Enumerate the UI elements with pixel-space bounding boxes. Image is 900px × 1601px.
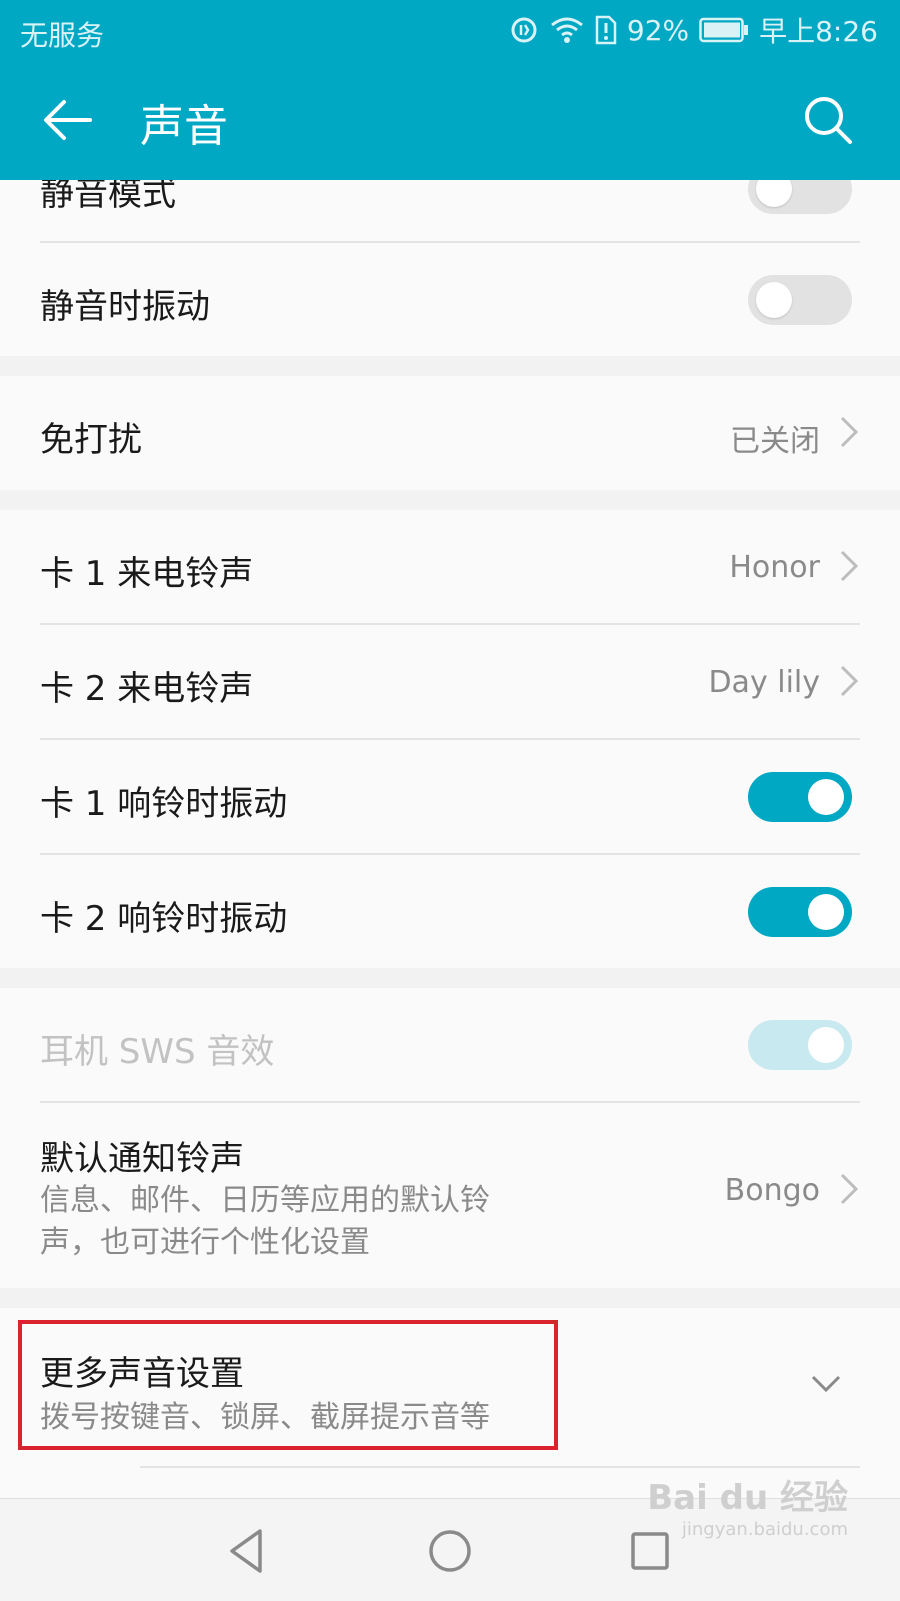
default-notification-subtitle-2: 声，也可进行个性化设置	[40, 1225, 370, 1260]
vibrate-silent-label: 静音时振动	[40, 287, 210, 327]
settings-list: 静音模式 静音时振动 免打扰 已关闭 卡 1 来电铃声 Honor 卡 2 来电…	[0, 180, 900, 1498]
audio-group: 耳机 SWS 音效 默认通知铃声 信息、邮件、日历等应用的默认铃 声，也可进行个…	[0, 988, 900, 1288]
silent-mode-row[interactable]: 静音模式	[0, 180, 900, 242]
sim2-vibrate-toggle[interactable]	[748, 887, 852, 937]
battery-icon	[699, 17, 749, 43]
sim1-ringtone-row[interactable]: 卡 1 来电铃声 Honor	[0, 510, 900, 623]
default-notification-value: Bongo	[724, 1173, 820, 1208]
default-notification-label: 默认通知铃声	[40, 1139, 244, 1179]
baidu-watermark: Bai du 经验 jingyan.baidu.com	[647, 1470, 848, 1540]
sim1-vibrate-toggle[interactable]	[748, 772, 852, 822]
dnd-value: 已关闭	[730, 424, 820, 459]
chevron-right-icon	[840, 665, 859, 697]
wifi-icon	[550, 17, 583, 43]
chevron-right-icon	[840, 1173, 859, 1205]
sim2-ringtone-value: Day lily	[708, 665, 820, 700]
chevron-right-icon	[840, 416, 859, 448]
headset-sws-label: 耳机 SWS 音效	[40, 1032, 275, 1072]
silent-group: 静音模式 静音时振动	[0, 180, 900, 356]
vibrate-silent-row[interactable]: 静音时振动	[0, 243, 900, 356]
default-notification-row[interactable]: 默认通知铃声 信息、邮件、日历等应用的默认铃 声，也可进行个性化设置 Bongo	[0, 1103, 900, 1288]
more-sound-subtitle: 拨号按键音、锁屏、截屏提示音等	[40, 1400, 490, 1435]
arrow-left-icon[interactable]	[40, 92, 96, 148]
sim1-ringtone-label: 卡 1 来电铃声	[40, 554, 254, 594]
headset-sws-row[interactable]: 耳机 SWS 音效	[0, 988, 900, 1101]
status-bar: 无服务 92% 早上8:26	[0, 0, 900, 64]
data-saver-icon	[511, 17, 537, 43]
page-title: 声音	[140, 101, 228, 152]
sim2-vibrate-label: 卡 2 响铃时振动	[40, 899, 288, 939]
sim2-vibrate-row[interactable]: 卡 2 响铃时振动	[0, 855, 900, 968]
more-sound-label: 更多声音设置	[40, 1354, 244, 1394]
carrier-label: 无服务	[20, 19, 105, 52]
clock: 早上8:26	[759, 15, 878, 48]
watermark-sub: jingyan.baidu.com	[681, 1519, 848, 1540]
sim2-ringtone-row[interactable]: 卡 2 来电铃声 Day lily	[0, 625, 900, 738]
dnd-row[interactable]: 免打扰 已关闭	[0, 376, 900, 490]
divider	[140, 1466, 860, 1468]
dnd-label: 免打扰	[40, 420, 142, 460]
chevron-down-icon[interactable]	[810, 1374, 842, 1394]
headset-sws-toggle[interactable]	[748, 1020, 852, 1070]
sim1-ringtone-value: Honor	[729, 550, 820, 585]
nav-home-circle-icon[interactable]	[420, 1521, 480, 1581]
watermark-text: Bai du 经验	[647, 1478, 848, 1518]
status-icons: 92% 早上8:26	[509, 10, 878, 50]
more-sound-settings-row[interactable]: 更多声音设置 拨号按键音、锁屏、截屏提示音等	[0, 1308, 900, 1478]
ringtone-group: 卡 1 来电铃声 Honor 卡 2 来电铃声 Day lily 卡 1 响铃时…	[0, 510, 900, 968]
silent-mode-label: 静音模式	[40, 180, 176, 214]
sim-alert-icon	[595, 15, 617, 45]
dnd-group: 免打扰 已关闭	[0, 376, 900, 490]
app-bar: 声音	[0, 64, 900, 180]
nav-back-triangle-icon[interactable]	[218, 1521, 278, 1581]
sim1-vibrate-label: 卡 1 响铃时振动	[40, 784, 288, 824]
chevron-right-icon	[840, 550, 859, 582]
silent-mode-toggle[interactable]	[748, 180, 852, 214]
default-notification-subtitle-1: 信息、邮件、日历等应用的默认铃	[40, 1183, 490, 1218]
search-icon[interactable]	[800, 92, 856, 148]
vibrate-silent-toggle[interactable]	[748, 275, 852, 325]
sim2-ringtone-label: 卡 2 来电铃声	[40, 669, 254, 709]
sim1-vibrate-row[interactable]: 卡 1 响铃时振动	[0, 740, 900, 853]
battery-percent: 92%	[626, 13, 690, 47]
